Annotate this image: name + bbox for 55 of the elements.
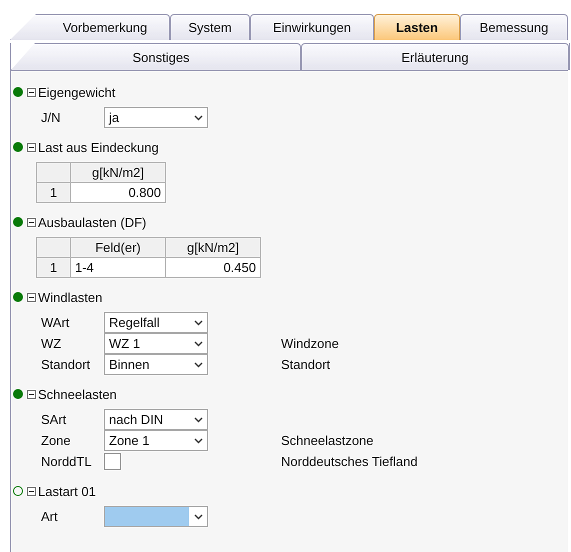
chevron-down-icon	[194, 514, 202, 520]
field-label: Art	[40, 509, 59, 524]
tab[interactable]: System	[170, 14, 250, 40]
column-header: Feld(er)	[70, 238, 166, 258]
column-header: g[kN/m2]	[70, 162, 166, 182]
dropdown[interactable]: WZ 1	[104, 333, 208, 354]
field-description: Standort	[281, 357, 330, 372]
chevron-down-icon	[194, 438, 202, 444]
collapse-icon[interactable]	[27, 486, 36, 496]
collapse-icon[interactable]	[27, 142, 36, 152]
dropdown[interactable]: Zone 1	[104, 430, 208, 451]
field-label: WArt	[40, 315, 70, 330]
field-label: J/N	[40, 110, 62, 125]
collapse-icon[interactable]	[27, 218, 36, 226]
table-cell[interactable]: 0.800	[70, 182, 166, 202]
section-title: Eigengewicht	[38, 84, 116, 100]
row-header: 1	[36, 182, 70, 202]
chevron-down-icon	[194, 320, 202, 326]
dropdown[interactable]: nach DIN	[104, 409, 208, 430]
dropdown[interactable]: ja	[104, 107, 208, 128]
tab[interactable]: Einwirkungen	[250, 14, 374, 40]
field-description: Norddeutsches Tiefland	[281, 454, 418, 469]
field-label: Standort	[40, 357, 92, 372]
field-label: SArt	[40, 412, 68, 427]
table-corner	[36, 238, 70, 258]
section-title: Windlasten	[38, 290, 102, 304]
field-description: Windzone	[281, 336, 339, 351]
collapse-icon[interactable]	[27, 292, 36, 302]
table-cell[interactable]: 0.450	[166, 258, 260, 278]
column-header: g[kN/m2]	[166, 238, 260, 258]
section-title: Lastart 01	[38, 484, 96, 498]
table-cell[interactable]: 1-4	[70, 258, 166, 278]
collapse-icon[interactable]	[27, 390, 36, 398]
chevron-down-icon	[194, 340, 202, 346]
chevron-down-icon	[194, 416, 202, 422]
section-title: Ausbaulasten (DF)	[38, 214, 146, 230]
chevron-down-icon	[194, 114, 202, 120]
tab[interactable]: Vorbemerkung	[10, 14, 170, 40]
table-corner	[36, 162, 70, 182]
field-description: Schneelastzone	[281, 433, 374, 448]
section-title: Schneelasten	[38, 386, 117, 402]
row-header: 1	[36, 258, 70, 278]
tab[interactable]: Bemessung	[460, 14, 568, 40]
tab[interactable]: Sonstiges	[11, 43, 301, 70]
checkbox[interactable]	[104, 453, 121, 470]
field-label: Zone	[40, 433, 72, 448]
field-label: NorddTL	[40, 454, 93, 469]
section-title: Last aus Eindeckung	[38, 140, 159, 154]
collapse-icon[interactable]	[27, 88, 36, 96]
chevron-down-icon	[194, 362, 202, 368]
field-label: WZ	[40, 336, 62, 351]
tab[interactable]: Lasten	[374, 14, 460, 40]
tab[interactable]: Erläuterung	[301, 43, 569, 70]
dropdown[interactable]: Binnen	[104, 354, 208, 375]
dropdown[interactable]: Regelfall	[104, 312, 208, 333]
